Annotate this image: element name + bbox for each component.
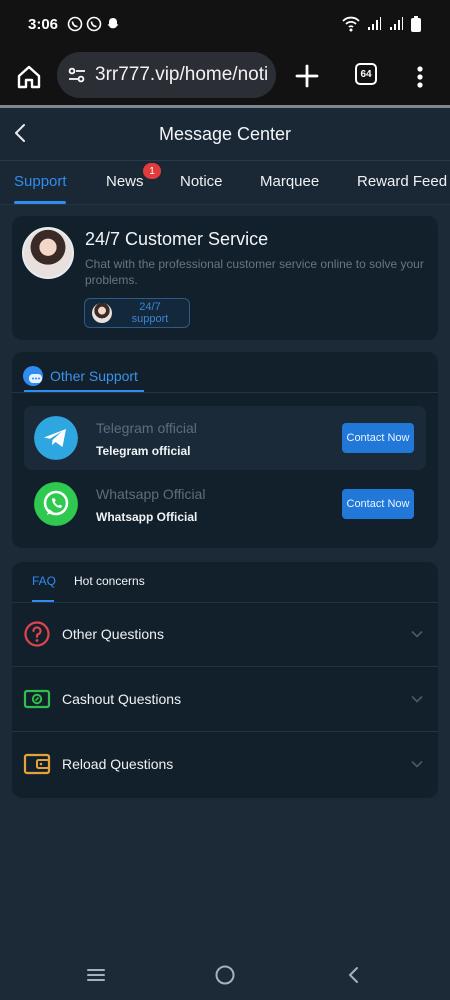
chat-bubble-icon xyxy=(23,366,43,386)
tab-marquee[interactable]: Marquee xyxy=(260,173,319,190)
tab-switcher-button[interactable]: 64 xyxy=(355,63,377,85)
faq-item-label: Reload Questions xyxy=(62,756,174,772)
recent-apps-icon[interactable] xyxy=(85,964,107,986)
chevron-down-icon xyxy=(411,760,423,768)
contact-row-telegram[interactable]: Telegram official Telegram official Cont… xyxy=(24,406,426,470)
system-navigation-bar xyxy=(0,950,450,1000)
address-bar-url: 3rr777.vip/home/noti xyxy=(95,64,269,85)
customer-service-title: 24/7 Customer Service xyxy=(85,229,269,249)
whatsapp-notification-icon xyxy=(67,16,83,32)
whatsapp-icon xyxy=(34,482,78,526)
faq-item-other-questions[interactable]: Other Questions xyxy=(12,603,438,667)
other-support-card: Other Support Telegram official Telegram… xyxy=(12,352,438,548)
snapchat-notification-icon xyxy=(107,18,119,29)
app-header: Message Center xyxy=(0,108,450,160)
tab-bar: Support News 1 Notice Marquee Reward Fee… xyxy=(0,161,450,205)
contact-title: Whatsapp Official xyxy=(96,486,206,502)
support-chip-button[interactable]: 24/7 support xyxy=(84,298,190,328)
support-chip-label: 24/7 support xyxy=(131,301,169,325)
support-agent-avatar xyxy=(22,227,74,279)
contact-row-whatsapp[interactable]: Whatsapp Official Whatsapp Official Cont… xyxy=(24,472,426,536)
chevron-down-icon xyxy=(411,630,423,638)
faq-item-label: Cashout Questions xyxy=(62,691,182,707)
other-support-header: Other Support xyxy=(22,360,138,392)
battery-icon xyxy=(411,16,421,32)
tab-news[interactable]: News xyxy=(106,173,144,190)
faq-item-label: Other Questions xyxy=(62,626,164,642)
contact-title: Telegram official xyxy=(96,420,197,436)
news-badge: 1 xyxy=(143,163,161,179)
other-support-label: Other Support xyxy=(50,368,138,384)
site-settings-icon[interactable] xyxy=(67,65,87,85)
active-tab-indicator xyxy=(14,201,66,204)
signal-icon xyxy=(390,17,403,30)
other-support-divider xyxy=(12,392,438,393)
status-bar: 3:06 xyxy=(0,0,450,48)
contact-now-button[interactable]: Contact Now xyxy=(342,423,414,453)
whatsapp-notification-icon xyxy=(86,16,102,32)
signal-icon xyxy=(368,17,381,30)
status-time: 3:06 xyxy=(28,15,59,33)
tab-count: 64 xyxy=(360,68,372,80)
faq-item-cashout-questions[interactable]: Cashout Questions xyxy=(12,668,438,732)
contact-subtitle: Telegram official xyxy=(96,444,191,458)
back-arrow-icon[interactable] xyxy=(10,122,32,144)
faq-tab[interactable]: FAQ xyxy=(32,574,56,588)
tab-notice[interactable]: Notice xyxy=(180,173,223,190)
tab-support[interactable]: Support xyxy=(14,173,67,190)
wifi-icon xyxy=(342,16,360,32)
customer-service-card[interactable]: 24/7 Customer Service Chat with the prof… xyxy=(12,216,438,340)
cash-icon xyxy=(23,689,51,709)
browser-toolbar: 3rr777.vip/home/noti 64 xyxy=(0,48,450,106)
back-nav-icon[interactable] xyxy=(343,964,365,986)
new-tab-icon[interactable] xyxy=(292,61,322,91)
wallet-icon xyxy=(23,753,51,775)
contact-now-button[interactable]: Contact Now xyxy=(342,489,414,519)
chevron-down-icon xyxy=(411,695,423,703)
faq-card: FAQ Hot concerns Other Questions Cashout… xyxy=(12,562,438,798)
contact-subtitle: Whatsapp Official xyxy=(96,510,198,524)
telegram-icon xyxy=(34,416,78,460)
page-title: Message Center xyxy=(158,123,292,144)
customer-service-description: Chat with the professional customer serv… xyxy=(85,257,424,287)
home-nav-icon[interactable] xyxy=(214,964,236,986)
hot-concerns-tab[interactable]: Hot concerns xyxy=(74,574,145,588)
support-chip-avatar xyxy=(92,303,112,323)
question-icon xyxy=(24,621,50,647)
tab-reward-feed[interactable]: Reward Feed xyxy=(357,173,447,190)
address-bar[interactable]: 3rr777.vip/home/noti xyxy=(57,52,276,98)
faq-item-reload-questions[interactable]: Reload Questions xyxy=(12,733,438,797)
home-icon[interactable] xyxy=(14,62,44,92)
more-menu-icon[interactable] xyxy=(413,62,427,92)
